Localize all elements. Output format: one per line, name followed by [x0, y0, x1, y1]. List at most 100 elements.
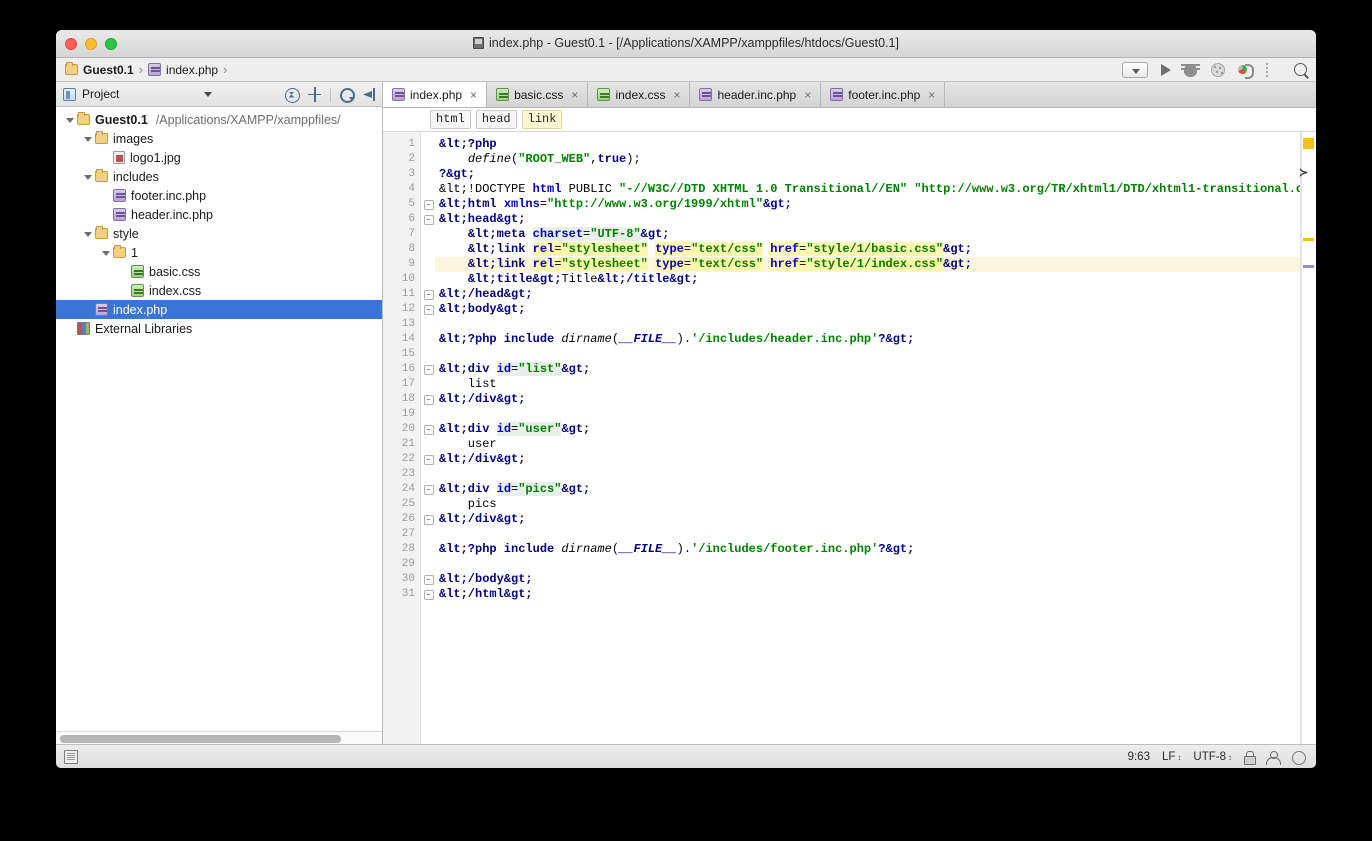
marker-gutter[interactable]: ≻: [1299, 132, 1316, 744]
twisty-expanded-icon[interactable]: [82, 133, 94, 145]
hide-panel-icon[interactable]: [362, 87, 377, 102]
structure-crumb-html[interactable]: html: [430, 110, 471, 129]
fold-toggle-icon[interactable]: [421, 422, 435, 437]
caret-stripe[interactable]: [1303, 265, 1314, 268]
encoding-selector[interactable]: UTF-8 ↕: [1193, 751, 1232, 763]
tree-item-external-libraries[interactable]: External Libraries: [56, 319, 382, 338]
code-line[interactable]: &lt;/html&gt;: [435, 587, 1300, 602]
caret-position[interactable]: 9:63: [1128, 751, 1150, 763]
tree-item-logo1-jpg[interactable]: logo1.jpg: [56, 148, 382, 167]
code-line[interactable]: &lt;?php include dirname(__FILE__).'/inc…: [435, 542, 1300, 557]
editor-tab-header-inc-php[interactable]: header.inc.php ×: [690, 82, 822, 107]
twisty-expanded-icon[interactable]: [82, 228, 94, 240]
fold-toggle-icon[interactable]: [421, 197, 435, 212]
fold-toggle-icon[interactable]: [421, 287, 435, 302]
code-line[interactable]: &lt;!DOCTYPE html PUBLIC "-//W3C//DTD XH…: [435, 182, 1300, 197]
run-configurations-dropdown[interactable]: [1122, 62, 1148, 78]
warning-stripe[interactable]: [1303, 238, 1314, 241]
code-line[interactable]: &lt;link rel="stylesheet" type="text/css…: [435, 242, 1300, 257]
person-icon[interactable]: [1266, 750, 1281, 765]
editor-tab-basic-css[interactable]: basic.css ×: [487, 82, 589, 107]
tree-item-includes[interactable]: includes: [56, 167, 382, 186]
chevron-down-icon[interactable]: [204, 92, 212, 97]
close-icon[interactable]: ×: [804, 89, 811, 101]
code-line[interactable]: [435, 317, 1300, 332]
code-line[interactable]: &lt;meta charset="UTF-8"&gt;: [435, 227, 1300, 242]
fold-toggle-icon[interactable]: [421, 512, 435, 527]
structure-crumb-head[interactable]: head: [475, 110, 517, 129]
code-line[interactable]: ?&gt;: [435, 167, 1300, 182]
tree-item-index-css[interactable]: index.css: [56, 281, 382, 300]
code-line[interactable]: &lt;/div&gt;: [435, 392, 1300, 407]
debug-button[interactable]: [1184, 61, 1202, 79]
twisty-expanded-icon[interactable]: [100, 247, 112, 259]
warning-marker[interactable]: [1303, 138, 1314, 149]
code-line[interactable]: &lt;div id="user"&gt;: [435, 422, 1300, 437]
code-line[interactable]: list: [435, 377, 1300, 392]
code-line[interactable]: pics: [435, 497, 1300, 512]
project-tree[interactable]: Guest0.1/Applications/XAMPP/xamppfiles/i…: [56, 107, 382, 744]
code-line[interactable]: &lt;html xmlns="http://www.w3.org/1999/x…: [435, 197, 1300, 212]
code-line[interactable]: [435, 467, 1300, 482]
tree-item-index-php[interactable]: index.php: [56, 300, 382, 319]
fold-toggle-icon[interactable]: [421, 302, 435, 317]
code-line[interactable]: [435, 557, 1300, 572]
tree-item-guest0-1[interactable]: Guest0.1/Applications/XAMPP/xamppfiles/: [56, 110, 382, 129]
code-line[interactable]: &lt;/body&gt;: [435, 572, 1300, 587]
more-button[interactable]: [1265, 61, 1283, 79]
code-line[interactable]: &lt;/div&gt;: [435, 452, 1300, 467]
breadcrumb-item-file[interactable]: index.php: [148, 63, 218, 77]
search-everywhere-button[interactable]: [1292, 61, 1310, 79]
coverage-button[interactable]: [1211, 61, 1229, 79]
fold-toggle-icon[interactable]: [421, 482, 435, 497]
collapse-all-icon[interactable]: [284, 87, 300, 103]
breadcrumb-item-project[interactable]: Guest0.1: [65, 62, 134, 77]
code-line[interactable]: &lt;body&gt;: [435, 302, 1300, 317]
close-icon[interactable]: ×: [470, 89, 477, 101]
code-line[interactable]: &lt;div id="pics"&gt;: [435, 482, 1300, 497]
line-separator-selector[interactable]: LF ↕: [1162, 751, 1181, 763]
close-icon[interactable]: ×: [928, 89, 935, 101]
code-line[interactable]: &lt;div id="list"&gt;: [435, 362, 1300, 377]
fold-toggle-icon[interactable]: [421, 452, 435, 467]
code-folding-gutter[interactable]: [421, 132, 435, 744]
profile-button[interactable]: [1238, 61, 1256, 79]
toggle-tool-window-icon[interactable]: [64, 749, 78, 764]
code-editor[interactable]: &lt;?php define("ROOT_WEB",true); ?&gt; &l…: [435, 132, 1300, 744]
editor-tab-index-php[interactable]: index.php ×: [383, 82, 488, 107]
code-line[interactable]: user: [435, 437, 1300, 452]
expand-all-icon[interactable]: [307, 87, 322, 102]
code-line[interactable]: &lt;/head&gt;: [435, 287, 1300, 302]
code-line[interactable]: &lt;/div&gt;: [435, 512, 1300, 527]
fold-toggle-icon[interactable]: [421, 362, 435, 377]
run-button[interactable]: [1157, 61, 1175, 79]
close-icon[interactable]: ×: [571, 89, 578, 101]
code-line[interactable]: &lt;head&gt;: [435, 212, 1300, 227]
gear-icon[interactable]: [339, 87, 355, 103]
tree-item-images[interactable]: images: [56, 129, 382, 148]
close-icon[interactable]: ×: [673, 89, 680, 101]
fold-toggle-icon[interactable]: [421, 587, 435, 602]
twisty-expanded-icon[interactable]: [64, 114, 76, 126]
horizontal-scrollbar[interactable]: [56, 731, 382, 744]
structure-crumb-link[interactable]: link: [521, 110, 563, 129]
tree-item-footer-inc-php[interactable]: footer.inc.php: [56, 186, 382, 205]
code-line[interactable]: &lt;link rel="stylesheet" type="text/css…: [435, 257, 1300, 272]
lock-icon[interactable]: [1244, 751, 1256, 765]
tree-item-basic-css[interactable]: basic.css: [56, 262, 382, 281]
editor-tab-footer-inc-php[interactable]: footer.inc.php ×: [821, 82, 946, 107]
code-line[interactable]: [435, 407, 1300, 422]
tree-item-header-inc-php[interactable]: header.inc.php: [56, 205, 382, 224]
fold-toggle-icon[interactable]: [421, 212, 435, 227]
horizontal-scrollbar-thumb[interactable]: [60, 735, 341, 743]
tree-item-1[interactable]: 1: [56, 243, 382, 262]
fold-toggle-icon[interactable]: [421, 572, 435, 587]
tree-item-style[interactable]: style: [56, 224, 382, 243]
code-line[interactable]: [435, 527, 1300, 542]
code-line[interactable]: [435, 347, 1300, 362]
twisty-expanded-icon[interactable]: [82, 171, 94, 183]
magnifier-icon[interactable]: [1291, 750, 1306, 765]
code-line[interactable]: &lt;title&gt;Title&lt;/title&gt;: [435, 272, 1300, 287]
code-line[interactable]: define("ROOT_WEB",true);: [435, 152, 1300, 167]
fold-toggle-icon[interactable]: [421, 392, 435, 407]
